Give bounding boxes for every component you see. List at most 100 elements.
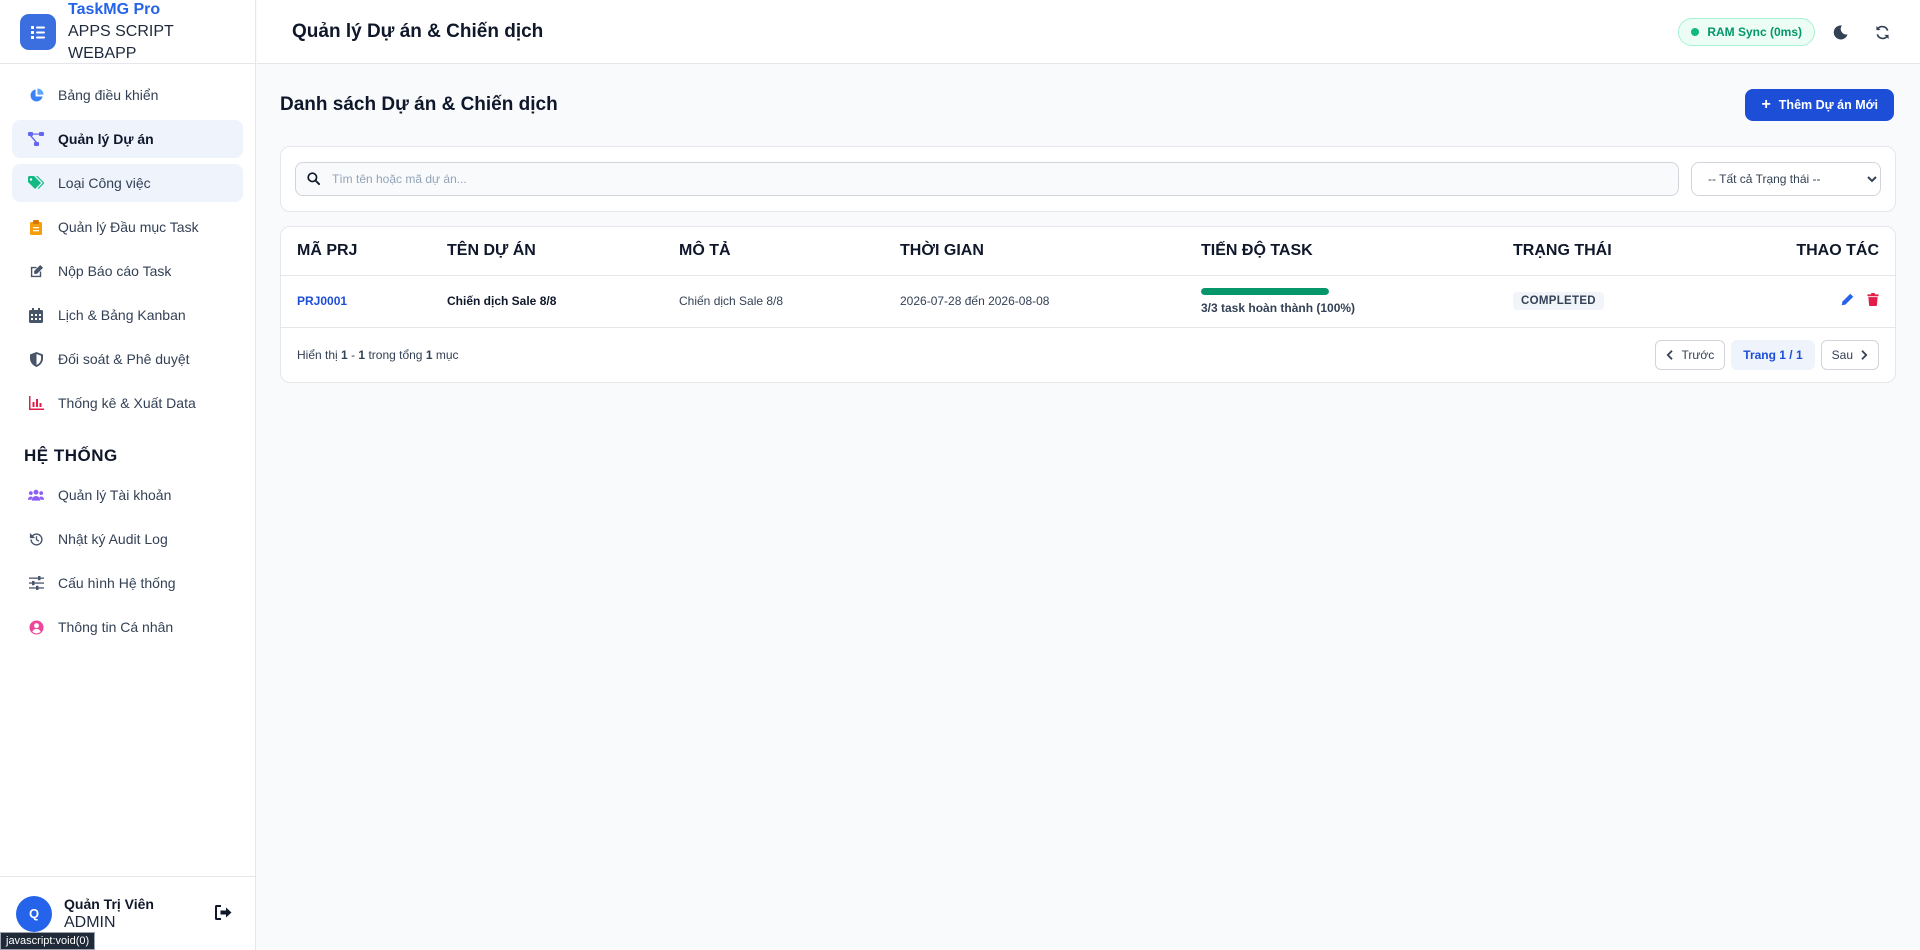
sidebar-item-label: Cấu hình Hệ thống: [58, 575, 176, 591]
edit-pencil-icon[interactable]: [1838, 293, 1854, 309]
project-diagram-icon: [28, 131, 44, 147]
summary-total: 1: [425, 347, 433, 362]
main-content: Danh sách Dự án & Chiến dịch + Thêm Dự á…: [280, 64, 1896, 383]
refresh-icon[interactable]: [1872, 22, 1892, 42]
search-wrap: [295, 162, 1679, 196]
pagination-summary: Hiển thị 1 - 1 trong tổng 1 mục: [297, 348, 459, 362]
sidebar-item-accounts[interactable]: Quản lý Tài khoản: [12, 476, 243, 514]
sidebar-item-label: Nộp Báo cáo Task: [58, 263, 172, 279]
summary-dash: -: [351, 347, 356, 362]
delete-trash-icon[interactable]: [1863, 293, 1879, 309]
shield-icon: [28, 351, 44, 367]
prev-page-button[interactable]: Trước: [1655, 339, 1726, 370]
plus-icon: +: [1761, 96, 1771, 113]
column-header-status: TRẠNG THÁI: [1497, 227, 1697, 276]
sidebar-item-reconcile-approve[interactable]: Đối soát & Phê duyệt: [12, 340, 243, 378]
table-row: PRJ0001 Chiến dịch Sale 8/8 Chiến dịch S…: [281, 275, 1895, 328]
sidebar-item-label: Quản lý Dự án: [58, 131, 154, 147]
brand-sub-line2: WEBAPP: [68, 44, 137, 62]
project-progress-cell: 3/3 task hoàn thành (100%): [1185, 275, 1497, 328]
sidebar-item-projects[interactable]: Quản lý Dự án: [12, 120, 243, 158]
sidebar-item-calendar-kanban[interactable]: Lịch & Bảng Kanban: [12, 296, 243, 334]
tasks-logo-icon: [20, 13, 56, 50]
column-header-progress: TIẾN ĐỘ TASK: [1185, 227, 1497, 276]
pagination: Trước Trang 1 / 1 Sau: [1655, 339, 1879, 370]
status-filter-select[interactable]: -- Tất cả Trạng thái --: [1691, 162, 1881, 196]
summary-to: 1: [358, 347, 366, 362]
summary-suffix: mục: [435, 347, 459, 362]
sidebar-item-label: Thông tin Cá nhân: [58, 619, 174, 635]
sidebar-item-task-items[interactable]: Quản lý Đầu mục Task: [12, 208, 243, 246]
sidebar-item-task-types[interactable]: Loại Công việc: [12, 164, 243, 202]
add-project-button[interactable]: + Thêm Dự án Mới: [1745, 89, 1894, 121]
sidebar-item-profile[interactable]: Thông tin Cá nhân: [12, 608, 243, 646]
brand-sub-line1: APPS SCRIPT: [68, 22, 174, 40]
sidebar-item-statistics-export[interactable]: Thống kê & Xuất Data: [12, 384, 243, 422]
chevron-left-icon: [1667, 349, 1674, 360]
current-page-indicator: Trang 1 / 1: [1731, 339, 1815, 370]
edit-icon: [28, 263, 44, 279]
project-actions-cell: [1697, 275, 1895, 328]
logout-icon[interactable]: [215, 905, 232, 925]
sliders-icon: [28, 575, 44, 591]
project-code[interactable]: PRJ0001: [281, 275, 431, 328]
user-role: ADMIN: [64, 913, 116, 931]
progress-text: 3/3 task hoàn thành (100%): [1201, 300, 1356, 315]
sidebar-item-label: Loại Công việc: [58, 175, 151, 191]
sidebar-item-label: Đối soát & Phê duyệt: [58, 351, 190, 367]
sidebar-item-dashboard[interactable]: Bảng điều khiển: [12, 76, 243, 114]
summary-prefix: Hiển thị: [297, 347, 338, 362]
sidebar-item-audit-log[interactable]: Nhật ký Audit Log: [12, 520, 243, 558]
system-section-title: HỆ THỐNG: [24, 446, 118, 465]
top-header: Quản lý Dự án & Chiến dịch RAM Sync (0ms…: [257, 0, 1920, 64]
sidebar: TaskMG Pro APPS SCRIPT WEBAPP Bảng điều …: [0, 0, 256, 950]
calendar-icon: [28, 307, 44, 323]
browser-status-tooltip: javascript:void(0): [0, 932, 96, 950]
progress-bar-fill: [1201, 287, 1329, 295]
history-icon: [28, 531, 44, 547]
brand-name: TaskMG Pro: [68, 0, 161, 18]
sidebar-item-label: Lịch & Bảng Kanban: [58, 307, 186, 323]
sidebar-item-label: Quản lý Đầu mục Task: [58, 219, 199, 235]
sidebar-item-label: Bảng điều khiển: [58, 87, 159, 103]
avatar[interactable]: Q: [16, 895, 52, 932]
table-footer: Hiển thị 1 - 1 trong tổng 1 mục Trước Tr…: [281, 328, 1895, 382]
clipboard-icon: [28, 219, 44, 235]
sidebar-item-system-config[interactable]: Cấu hình Hệ thống: [12, 564, 243, 602]
brand: TaskMG Pro APPS SCRIPT WEBAPP: [0, 0, 255, 64]
summary-from: 1: [341, 347, 348, 362]
user-name: Quản Trị Viên: [64, 895, 154, 912]
column-header-name: TÊN DỰ ÁN: [431, 227, 663, 276]
summary-mid: trong tổng: [368, 347, 423, 362]
users-icon: [28, 487, 44, 503]
project-description: Chiến dịch Sale 8/8: [663, 275, 884, 328]
pie-chart-icon: [28, 87, 44, 103]
status-badge: COMPLETED: [1513, 292, 1604, 310]
sidebar-item-submit-report[interactable]: Nộp Báo cáo Task: [12, 252, 243, 290]
user-circle-icon: [28, 619, 44, 635]
search-icon: [307, 172, 320, 190]
project-name: Chiến dịch Sale 8/8: [431, 275, 663, 328]
next-page-label: Sau: [1831, 347, 1853, 362]
projects-table: MÃ PRJ TÊN DỰ ÁN MÔ TẢ THỜI GIAN TIẾN ĐỘ…: [281, 227, 1895, 328]
sidebar-item-label: Quản lý Tài khoản: [58, 487, 172, 503]
bar-chart-icon: [28, 395, 44, 411]
column-header-description: MÔ TẢ: [663, 227, 884, 276]
sidebar-item-label: Nhật ký Audit Log: [58, 531, 168, 547]
sidebar-item-label: Thống kê & Xuất Data: [58, 395, 196, 411]
project-period: 2026-07-28 đến 2026-08-08: [884, 275, 1185, 328]
ram-sync-badge: RAM Sync (0ms): [1678, 18, 1815, 46]
progress-bar: [1201, 287, 1329, 295]
dark-mode-toggle-icon[interactable]: [1830, 22, 1850, 42]
column-header-code: MÃ PRJ: [281, 227, 431, 276]
table-header-row: MÃ PRJ TÊN DỰ ÁN MÔ TẢ THỜI GIAN TIẾN ĐỘ…: [281, 227, 1895, 276]
header-title: Quản lý Dự án & Chiến dịch: [292, 20, 544, 42]
sync-status-dot-icon: [1691, 28, 1700, 36]
sidebar-nav: Bảng điều khiển Quản lý Dự án Loại Công …: [0, 64, 255, 646]
page-title: Danh sách Dự án & Chiến dịch: [280, 94, 558, 115]
search-input[interactable]: [295, 162, 1679, 196]
ram-sync-label: RAM Sync (0ms): [1707, 25, 1802, 39]
column-header-actions: THAO TÁC: [1697, 227, 1895, 276]
filter-card: -- Tất cả Trạng thái --: [280, 146, 1896, 212]
next-page-button[interactable]: Sau: [1820, 339, 1879, 370]
